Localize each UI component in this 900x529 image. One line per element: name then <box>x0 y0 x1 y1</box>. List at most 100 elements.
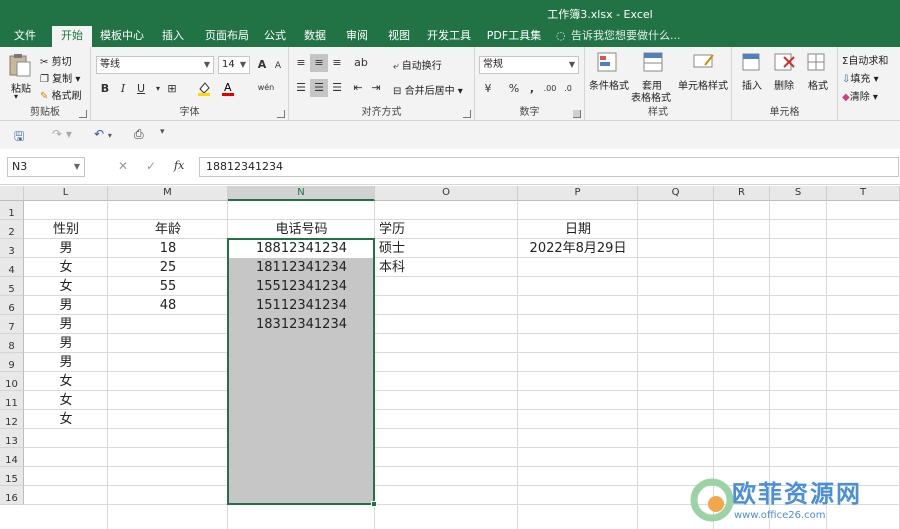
insert-function-icon[interactable]: fx <box>174 159 184 172</box>
tab-view[interactable]: 视图 <box>384 26 414 47</box>
tab-home[interactable]: 开始 <box>52 26 92 47</box>
paste-icon[interactable] <box>6 53 34 77</box>
italic-button[interactable]: I <box>114 80 132 98</box>
row-header-15[interactable]: 15 <box>0 467 24 486</box>
select-all-corner[interactable] <box>0 186 24 201</box>
gender-cell[interactable]: 女 <box>24 258 108 277</box>
copy-button[interactable]: ❐ 复制 ▾ <box>40 70 80 85</box>
cut-button[interactable]: ✂ 剪切 <box>40 53 72 68</box>
gender-cell[interactable]: 女 <box>24 410 108 429</box>
tab-template-center[interactable]: 模板中心 <box>96 26 148 47</box>
customize-toolbar-icon[interactable]: ▾ <box>160 127 165 143</box>
tab-pdf-tools[interactable]: PDF工具集 <box>484 26 544 47</box>
font-color-icon[interactable]: A <box>219 80 237 98</box>
delete-cells-icon[interactable] <box>772 51 800 75</box>
row-header-16[interactable]: 16 <box>0 486 24 505</box>
align-left-icon[interactable]: ☰ <box>292 79 310 97</box>
row-header-11[interactable]: 11 <box>0 391 24 410</box>
gender-cell[interactable]: 男 <box>24 239 108 258</box>
tab-review[interactable]: 审阅 <box>342 26 372 47</box>
align-center-icon[interactable]: ☰ <box>310 79 328 97</box>
row-header-2[interactable]: 2 <box>0 220 24 239</box>
tab-file[interactable]: 文件 <box>6 26 44 47</box>
format-as-table-line2[interactable]: 表格格式 <box>631 89 671 104</box>
currency-icon[interactable]: ¥ <box>479 80 497 98</box>
merge-center-button[interactable]: ⊟ 合并后居中 ▾ <box>393 82 463 97</box>
age-cell[interactable]: 18 <box>108 239 228 258</box>
redo-icon[interactable]: ↷ ▾ <box>52 127 72 143</box>
header-cell-date[interactable]: 日期 <box>518 220 638 239</box>
cell-styles-icon[interactable] <box>691 51 719 75</box>
tab-developer[interactable]: 开发工具 <box>424 26 474 47</box>
fill-handle[interactable] <box>371 501 377 507</box>
column-header-p[interactable]: P <box>518 186 638 201</box>
increase-indent-icon[interactable]: ⇥ <box>367 79 385 97</box>
fill-color-icon[interactable] <box>195 80 213 98</box>
header-cell-phone[interactable]: 电话号码 <box>228 220 375 239</box>
column-header-t[interactable]: T <box>827 186 900 201</box>
percent-button[interactable]: % <box>505 80 523 98</box>
conditional-format-button[interactable]: 条件格式 <box>589 77 629 92</box>
tab-page-layout[interactable]: 页面布局 <box>198 26 256 47</box>
header-cell-gender[interactable]: 性别 <box>24 220 108 239</box>
phone-cell[interactable]: 15512341234 <box>228 277 375 296</box>
age-cell[interactable]: 25 <box>108 258 228 277</box>
tab-formulas[interactable]: 公式 <box>260 26 290 47</box>
number-launcher[interactable] <box>573 110 581 118</box>
format-as-table-icon[interactable] <box>641 51 669 75</box>
row-header-8[interactable]: 8 <box>0 334 24 353</box>
autosum-button[interactable]: Σ自动求和 <box>842 52 888 67</box>
alignment-launcher[interactable] <box>463 110 471 118</box>
formula-input[interactable]: 18812341234 <box>199 157 899 177</box>
date-cell[interactable]: 2022年8月29日 <box>518 239 638 258</box>
phone-cell[interactable]: 18112341234 <box>228 258 375 277</box>
column-header-l[interactable]: L <box>24 186 108 201</box>
column-header-q[interactable]: Q <box>638 186 714 201</box>
font-name-select[interactable]: 等线 ▼ <box>96 56 214 74</box>
format-cells-button[interactable]: 格式 <box>808 77 828 92</box>
row-header-1[interactable]: 1 <box>0 201 24 220</box>
fill-button[interactable]: ⇩填充 ▾ <box>842 70 879 85</box>
phone-cell[interactable]: 18812341234 <box>228 239 375 258</box>
decrease-indent-icon[interactable]: ⇤ <box>349 79 367 97</box>
tell-me-input[interactable]: 告诉我您想要做什么... <box>571 26 681 47</box>
header-cell-age[interactable]: 年龄 <box>108 220 228 239</box>
phone-cell[interactable]: 18312341234 <box>228 315 375 334</box>
gender-cell[interactable]: 女 <box>24 391 108 410</box>
row-header-7[interactable]: 7 <box>0 315 24 334</box>
clipboard-launcher[interactable] <box>79 110 87 118</box>
column-header-o[interactable]: O <box>375 186 518 201</box>
tab-insert[interactable]: 插入 <box>156 26 190 47</box>
gender-cell[interactable]: 男 <box>24 334 108 353</box>
align-middle-icon[interactable]: ≡ <box>310 54 328 72</box>
conditional-format-icon[interactable] <box>595 51 623 75</box>
delete-cells-button[interactable]: 删除 <box>774 77 794 92</box>
column-header-s[interactable]: S <box>770 186 827 201</box>
phone-cell[interactable]: 15112341234 <box>228 296 375 315</box>
age-cell[interactable]: 48 <box>108 296 228 315</box>
header-cell-education[interactable]: 学历 <box>375 220 518 239</box>
font-launcher[interactable] <box>277 110 285 118</box>
save-icon[interactable]: 🖫 <box>14 127 24 143</box>
font-size-select[interactable]: 14 ▼ <box>218 56 250 74</box>
row-header-6[interactable]: 6 <box>0 296 24 315</box>
row-header-4[interactable]: 4 <box>0 258 24 277</box>
row-header-5[interactable]: 5 <box>0 277 24 296</box>
row-header-10[interactable]: 10 <box>0 372 24 391</box>
align-right-icon[interactable]: ☰ <box>328 79 346 97</box>
education-cell[interactable]: 本科 <box>375 258 518 277</box>
bold-button[interactable]: B <box>96 80 114 98</box>
borders-icon[interactable]: ⊞ <box>163 80 181 98</box>
cell-styles-button[interactable]: 单元格样式 <box>678 77 728 92</box>
comma-button[interactable]: , <box>523 80 541 98</box>
row-header-14[interactable]: 14 <box>0 448 24 467</box>
gender-cell[interactable]: 女 <box>24 277 108 296</box>
row-header-9[interactable]: 9 <box>0 353 24 372</box>
column-header-m[interactable]: M <box>108 186 228 201</box>
gender-cell[interactable]: 女 <box>24 372 108 391</box>
column-header-r[interactable]: R <box>714 186 770 201</box>
cancel-icon[interactable]: ✕ <box>118 159 128 173</box>
insert-cells-button[interactable]: 插入 <box>742 77 762 92</box>
align-top-icon[interactable]: ≡ <box>292 54 310 72</box>
align-bottom-icon[interactable]: ≡ <box>328 54 346 72</box>
